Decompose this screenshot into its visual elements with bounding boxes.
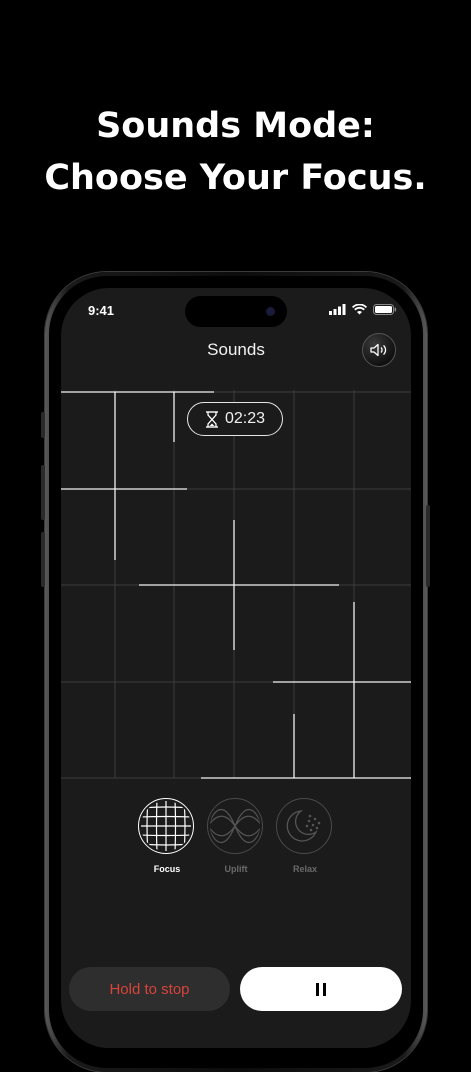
grid-lines — [61, 390, 411, 779]
volume-button[interactable] — [362, 333, 396, 367]
grid-sphere-icon — [141, 801, 191, 851]
power-side-button — [426, 505, 430, 587]
battery-icon — [373, 304, 397, 315]
silent-switch — [41, 412, 45, 438]
mode-focus[interactable]: Focus — [138, 798, 196, 874]
mode-label-relax: Relax — [292, 864, 318, 874]
status-time: 9:41 — [88, 303, 115, 318]
headline-line-2: Choose Your Focus. — [44, 158, 427, 198]
timer-value: 02:23 — [224, 410, 266, 427]
mode-label-focus: Focus — [153, 864, 181, 874]
promo-headline: Sounds Mode: Choose Your Focus. — [0, 100, 471, 204]
page-title: Sounds — [207, 340, 265, 359]
volume-down-side-button — [41, 532, 45, 587]
dynamic-island — [185, 296, 287, 327]
pause-icon — [316, 982, 326, 996]
session-timer: 02:23 — [187, 402, 283, 436]
mode-uplift[interactable]: Uplift — [207, 798, 265, 874]
mode-relax[interactable]: Relax — [276, 798, 334, 874]
mode-label-uplift: Uplift — [224, 864, 248, 874]
app-screen: 9:41 Sounds 02:23 Focus Uplift Relax Hol… — [61, 288, 411, 1048]
wave-icon — [210, 808, 260, 844]
speaker-icon — [370, 343, 387, 357]
pause-button[interactable] — [240, 967, 402, 1011]
headline-line-1: Sounds Mode: — [96, 106, 375, 146]
status-icons — [329, 304, 397, 315]
hold-to-stop-button[interactable]: Hold to stop — [69, 967, 230, 1011]
hourglass-icon — [205, 410, 218, 428]
volume-up-side-button — [41, 465, 45, 520]
moon-stars-icon — [286, 810, 321, 842]
wifi-icon — [352, 304, 367, 315]
sound-visualizer-grid — [61, 390, 411, 779]
cellular-signal-icon — [329, 304, 346, 315]
